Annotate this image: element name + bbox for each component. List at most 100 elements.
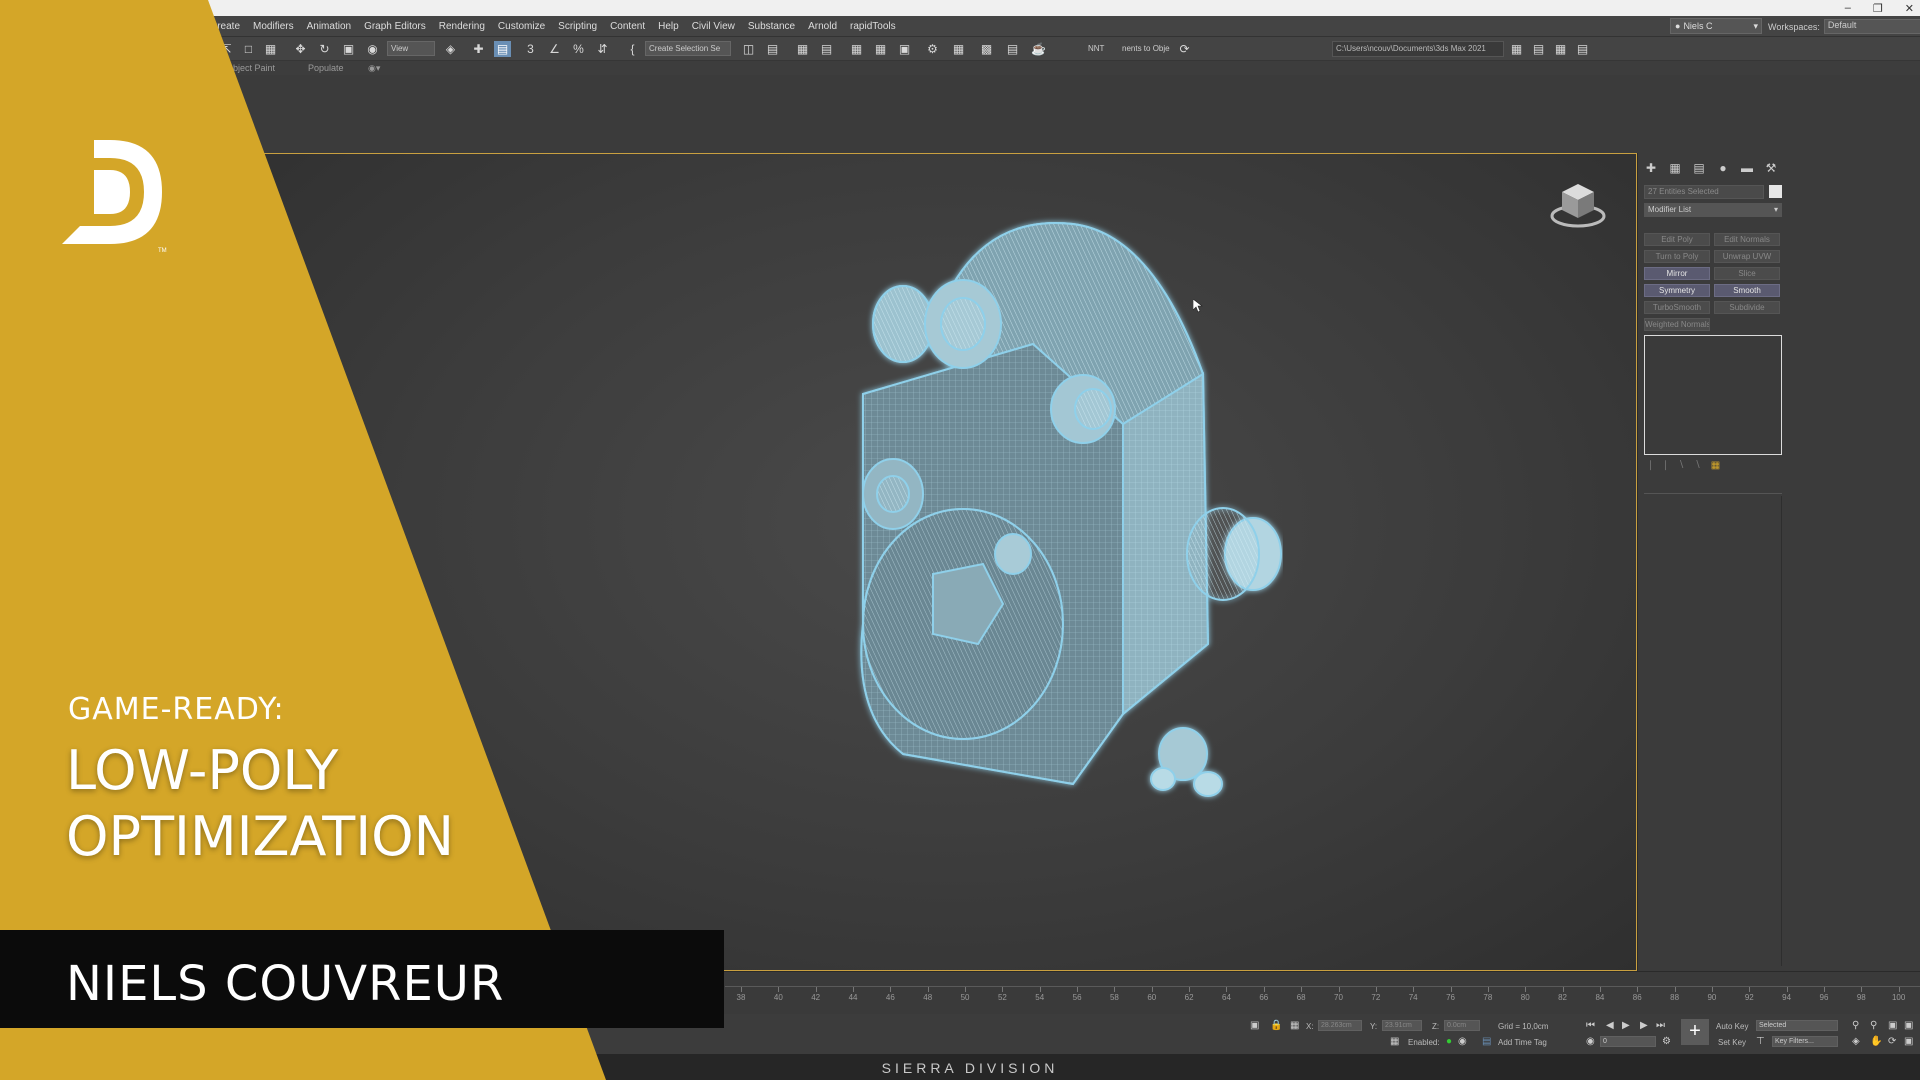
modifier-button-unwrap-uvw[interactable]: Unwrap UVW bbox=[1714, 250, 1780, 263]
zoom-extents-all-icon[interactable]: ▣ bbox=[1904, 1020, 1913, 1031]
ribbon-options-icon[interactable]: ◉▾ bbox=[368, 63, 380, 74]
menu-item-substance[interactable]: Substance bbox=[748, 21, 808, 32]
modifier-button-turbosmooth[interactable]: TurboSmooth bbox=[1644, 301, 1710, 314]
pin-stack-icon[interactable]: ∣ bbox=[1648, 460, 1653, 471]
menu-item-customize[interactable]: Customize bbox=[498, 21, 558, 32]
set-keys-button[interactable]: + bbox=[1681, 1019, 1709, 1045]
menu-item-scripting[interactable]: Scripting bbox=[558, 21, 610, 32]
enabled-toggle-icon[interactable]: ● bbox=[1446, 1036, 1452, 1047]
minimize-icon[interactable]: – bbox=[1845, 2, 1851, 14]
lock-icon[interactable]: 🔒 bbox=[1270, 1020, 1282, 1031]
rotate-icon[interactable]: ↻ bbox=[316, 41, 333, 57]
time-tag-icon[interactable]: ▦ bbox=[1390, 1036, 1399, 1047]
restore-icon[interactable]: ❐ bbox=[1873, 2, 1883, 15]
perspective-viewport[interactable] bbox=[262, 153, 1637, 971]
named-selection-dropdown[interactable]: Create Selection Se bbox=[645, 41, 731, 56]
menu-item-animation[interactable]: Animation bbox=[307, 21, 364, 32]
show-end-result-icon[interactable]: ∣ bbox=[1663, 460, 1668, 471]
time-config-icon[interactable]: ⚙ bbox=[1662, 1036, 1671, 1047]
project-path-field[interactable]: C:\Users\ncouv\Documents\3ds Max 2021 bbox=[1332, 41, 1504, 57]
viewcube-icon[interactable] bbox=[1550, 180, 1606, 230]
zoom-all-icon[interactable]: ⚲ bbox=[1870, 1020, 1877, 1031]
menu-item-content[interactable]: Content bbox=[610, 21, 658, 32]
teapot-render-icon[interactable]: ☕ bbox=[1030, 41, 1047, 57]
key-tangents-icon[interactable]: ⊤ bbox=[1756, 1036, 1765, 1047]
schematic-view-icon[interactable]: ▦ bbox=[872, 41, 889, 57]
scale-icon[interactable]: ▣ bbox=[340, 41, 357, 57]
browse-folder-icon[interactable]: ▤ bbox=[1574, 41, 1591, 57]
menu-item-create[interactable]: Create bbox=[210, 21, 253, 32]
rendered-frame-icon[interactable]: ▦ bbox=[950, 41, 967, 57]
create-tab-icon[interactable]: ✚ bbox=[1643, 161, 1659, 175]
pivot-center-icon[interactable]: ◈ bbox=[442, 41, 459, 57]
open-folder-icon[interactable]: ▤ bbox=[1530, 41, 1547, 57]
menu-item-help[interactable]: Help bbox=[658, 21, 692, 32]
make-unique-icon[interactable]: ∖ bbox=[1678, 460, 1684, 471]
mirror-icon[interactable]: ◫ bbox=[740, 41, 757, 57]
camera-wireframe-model[interactable] bbox=[823, 194, 1283, 814]
save-folder-icon[interactable]: ▦ bbox=[1552, 41, 1569, 57]
spinner-snap-icon[interactable]: ⇵ bbox=[594, 41, 611, 57]
goto-start-icon[interactable]: ⏮ bbox=[1586, 1020, 1595, 1031]
modifier-button-turn-to-poly[interactable]: Turn to Poly bbox=[1644, 250, 1710, 263]
zoom-extents-icon[interactable]: ▣ bbox=[1888, 1020, 1897, 1031]
align-icon[interactable]: ▤ bbox=[764, 41, 781, 57]
play-icon[interactable]: ▶ bbox=[1622, 1020, 1630, 1031]
close-icon[interactable]: ✕ bbox=[1905, 2, 1914, 15]
reference-coord-dropdown[interactable]: View bbox=[387, 41, 435, 56]
key-filters-button[interactable]: Key Filters... bbox=[1772, 1036, 1838, 1047]
modifier-button-smooth[interactable]: Smooth bbox=[1714, 284, 1780, 297]
menu-item-rendering[interactable]: Rendering bbox=[439, 21, 498, 32]
motion-tab-icon[interactable]: ● bbox=[1715, 161, 1731, 175]
material-editor-icon[interactable]: ▣ bbox=[896, 41, 913, 57]
modifier-button-mirror[interactable]: Mirror bbox=[1644, 267, 1710, 280]
menu-item-civil-view[interactable]: Civil View bbox=[692, 21, 748, 32]
prev-frame-icon[interactable]: ◀ bbox=[1606, 1020, 1614, 1031]
workspaces-dropdown[interactable]: Default bbox=[1823, 19, 1920, 34]
snap-toggle-icon[interactable]: 3 bbox=[522, 41, 539, 57]
zoom-icon[interactable]: ⚲ bbox=[1852, 1020, 1859, 1031]
modifier-button-symmetry[interactable]: Symmetry bbox=[1644, 284, 1710, 297]
select-object-icon[interactable]: ⇱ bbox=[218, 41, 235, 57]
modifier-button-edit-normals[interactable]: Edit Normals bbox=[1714, 233, 1780, 246]
curve-editor-icon[interactable]: ▦ bbox=[848, 41, 865, 57]
render-setup-icon[interactable]: ⚙ bbox=[924, 41, 941, 57]
absolute-mode-icon[interactable]: ▦ bbox=[1290, 1020, 1299, 1031]
set-key-button[interactable]: Set Key bbox=[1718, 1038, 1746, 1047]
convert-to-objects-label[interactable]: nents to Obje bbox=[1122, 44, 1170, 53]
configure-sets-icon[interactable]: ▦ bbox=[1711, 460, 1720, 471]
current-frame-field[interactable]: 0 bbox=[1600, 1036, 1656, 1047]
menu-item-rapidtools[interactable]: rapidTools bbox=[850, 21, 909, 32]
ribbon-toggle-icon[interactable]: ▤ bbox=[818, 41, 835, 57]
y-coord-field[interactable]: 23.91cm bbox=[1382, 1020, 1422, 1031]
z-coord-field[interactable]: 0.0cm bbox=[1444, 1020, 1480, 1031]
maximize-viewport-icon[interactable]: ▣ bbox=[1904, 1036, 1913, 1047]
modifier-list-dropdown[interactable]: Modifier List ▾ bbox=[1644, 203, 1782, 217]
percent-snap-icon[interactable]: % bbox=[570, 41, 587, 57]
visibility-icon[interactable]: ◉ bbox=[1586, 1036, 1595, 1047]
ribbon-tab-populate[interactable]: Populate bbox=[308, 63, 344, 73]
modifier-button-subdivide[interactable]: Subdivide bbox=[1714, 301, 1780, 314]
hierarchy-tab-icon[interactable]: ▤ bbox=[1691, 161, 1707, 175]
x-coord-field[interactable]: 28.263cm bbox=[1318, 1020, 1362, 1031]
modifier-button-slice[interactable]: Slice bbox=[1714, 267, 1780, 280]
add-time-tag-label[interactable]: Add Time Tag bbox=[1498, 1038, 1547, 1047]
orbit-icon[interactable]: ⟳ bbox=[1888, 1036, 1896, 1047]
nnt-label[interactable]: NNT bbox=[1088, 44, 1104, 53]
menu-item-modifiers[interactable]: Modifiers bbox=[253, 21, 307, 32]
remove-modifier-icon[interactable]: ∖ bbox=[1694, 460, 1700, 471]
track-bar[interactable]: 38 40 42 44 46 48 50 52 54 56 58 60 62 64 66 68 70 72 74 76… bbox=[725, 986, 1920, 1004]
field-of-view-icon[interactable]: ◈ bbox=[1852, 1036, 1860, 1047]
keyboard-shortcut-override-icon[interactable]: ▤ bbox=[494, 41, 511, 57]
key-mode-dropdown[interactable]: Selected bbox=[1756, 1020, 1838, 1031]
menu-item-arnold[interactable]: Arnold bbox=[808, 21, 850, 32]
refresh-icon[interactable]: ⟳ bbox=[1176, 41, 1193, 57]
utilities-tab-icon[interactable]: ⚒ bbox=[1763, 161, 1779, 175]
place-icon[interactable]: ◉ bbox=[364, 41, 381, 57]
auto-key-button[interactable]: Auto Key bbox=[1716, 1022, 1748, 1031]
select-region-icon[interactable]: □ bbox=[240, 41, 257, 57]
user-account-dropdown[interactable]: ● Niels C ▾ bbox=[1670, 18, 1762, 34]
select-manipulate-icon[interactable]: ✚ bbox=[470, 41, 487, 57]
status-circle-icon[interactable]: ◉ bbox=[1458, 1036, 1467, 1047]
move-icon[interactable]: ✥ bbox=[292, 41, 309, 57]
